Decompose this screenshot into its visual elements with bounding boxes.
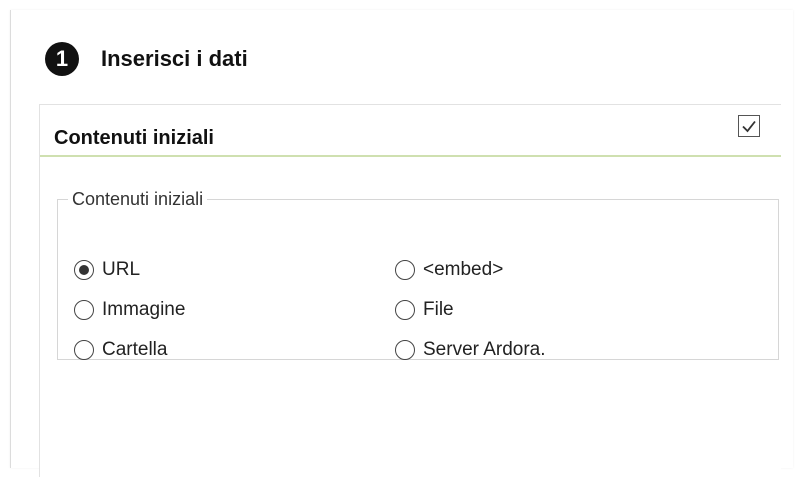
section-header: Contenuti iniziali [40,105,781,157]
radio-label: Server Ardora. [423,339,546,360]
radio-label: <embed> [423,259,504,280]
radio-label: Cartella [102,339,168,360]
section-title: Contenuti iniziali [54,127,214,149]
step-title: Inserisci i dati [101,46,248,71]
radio-cartella[interactable]: Cartella [74,337,167,363]
radio-selected-dot [79,265,89,275]
section-checkbox[interactable] [738,115,760,137]
radio-file[interactable]: File [395,297,454,323]
radio-button-icon[interactable] [395,300,415,320]
radio-button-icon[interactable] [74,300,94,320]
content-panel: Contenuti iniziali Contenuti iniziali UR… [39,104,781,477]
radio-label: Immagine [102,299,186,320]
step-header: 1 Inserisci i dati [45,40,248,78]
content-type-group: Contenuti iniziali URL Immagine Cartella… [57,189,779,360]
step-number-badge: 1 [45,42,79,76]
radio-button-icon[interactable] [74,340,94,360]
radio-label: File [423,299,454,320]
radio-server-ardora[interactable]: Server Ardora. [395,337,546,363]
radio-immagine[interactable]: Immagine [74,297,185,323]
radio-button-icon[interactable] [395,340,415,360]
radio-url[interactable]: URL [74,257,140,283]
radio-button-icon[interactable] [74,260,94,280]
radio-label: URL [102,259,141,280]
dialog-window: 1 Inserisci i dati Contenuti iniziali Co… [10,10,793,477]
group-legend: Contenuti iniziali [72,189,204,209]
radio-embed[interactable]: <embed> [395,257,503,283]
checkmark-icon [742,120,756,133]
radio-button-icon[interactable] [395,260,415,280]
